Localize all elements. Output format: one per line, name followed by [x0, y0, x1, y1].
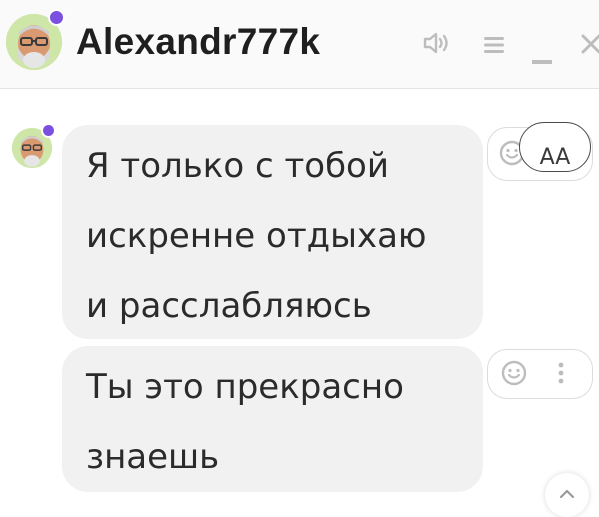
- chevron-up-icon: [559, 489, 575, 499]
- vertical-dots-icon[interactable]: [557, 361, 565, 385]
- chat-username: Alexandr777k: [76, 21, 321, 62]
- hamburger-menu-icon[interactable]: [484, 36, 504, 54]
- close-icon[interactable]: [580, 32, 599, 56]
- message-bubble[interactable]: Ты это прекрасно знаешь: [62, 346, 483, 492]
- smiley-icon[interactable]: [501, 360, 527, 386]
- minimize-icon[interactable]: [532, 60, 552, 64]
- status-dot-icon: [48, 9, 65, 26]
- message-text-line: Ты это прекрасно: [86, 367, 404, 407]
- message-text-line: и расслабляюсь: [86, 286, 372, 326]
- message-text-line: знаешь: [86, 437, 220, 477]
- status-dot-icon: [41, 123, 56, 138]
- chat-header: Alexandr777k: [0, 0, 599, 89]
- message-text-line: Я только с тобой: [86, 146, 389, 186]
- speaker-icon[interactable]: [422, 30, 454, 56]
- scroll-up-button[interactable]: [545, 473, 589, 517]
- message-bubble[interactable]: Я только с тобой искренне отдыхаю и расс…: [62, 125, 483, 339]
- message-text-line: искренне отдыхаю: [86, 216, 427, 256]
- font-size-button[interactable]: AA: [519, 122, 591, 172]
